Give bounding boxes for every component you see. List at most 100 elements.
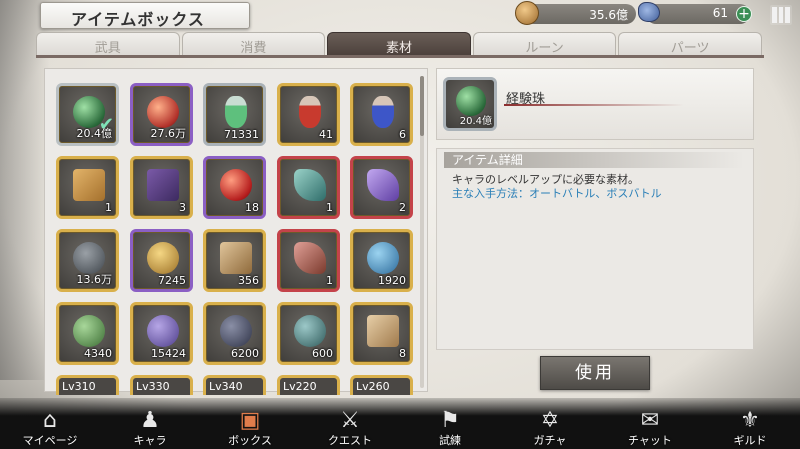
chat-icon: ✉ <box>640 408 660 433</box>
item-qty: 1 <box>326 201 333 214</box>
item-slot[interactable]: 600 <box>277 302 340 365</box>
level-item-slot[interactable]: Lv220 <box>277 375 340 395</box>
nav-label: ギルド <box>733 434 767 447</box>
item-slot[interactable]: 1 <box>277 229 340 292</box>
level-item-slot[interactable]: Lv340 <box>203 375 266 395</box>
item-slot[interactable]: 2 <box>350 156 413 219</box>
item-slot[interactable]: 13.6万 <box>56 229 119 292</box>
grid-scrollbar[interactable] <box>420 76 424 388</box>
purple-medal-icon <box>147 315 179 347</box>
nav-item[interactable]: ⚑ 試練 <box>400 398 500 449</box>
tab-runes[interactable]: ルーン <box>472 32 617 56</box>
nav-item[interactable]: ✡ ガチャ <box>500 398 600 449</box>
menu-icon[interactable] <box>770 5 792 25</box>
box-icon: ▣ <box>239 408 261 433</box>
gold-coin-icon <box>515 1 539 25</box>
guild-crest-icon: ⚜ <box>740 408 760 433</box>
nav-label: 試練 <box>439 434 461 447</box>
grid-scroll-thumb[interactable] <box>420 76 424 136</box>
nav-label: キャラ <box>133 434 167 447</box>
blue-coin-icon <box>367 242 399 274</box>
bottom-nav: ⌂ マイページ ♟ キャラ ▣ ボックス ⚔ クエスト ⚑ 試練 ✡ ガチャ ✉ チャット ⚜ ギルド <box>0 398 800 449</box>
level-item-slot[interactable]: Lv310 <box>56 375 119 395</box>
item-slot[interactable]: 18 <box>203 156 266 219</box>
characters-icon: ♟ <box>140 408 160 433</box>
detail-section-title: アイテム詳細 <box>444 152 744 168</box>
item-qty: 7245 <box>158 274 186 287</box>
tab-weapons[interactable]: 武具 <box>36 32 180 56</box>
item-slot[interactable]: 20.4億 ✔ <box>56 83 119 146</box>
gold-counter: 35.6億 <box>524 4 636 24</box>
nav-item[interactable]: ▣ ボックス <box>200 398 300 449</box>
item-slot[interactable]: 27.6万 <box>130 83 193 146</box>
item-slot[interactable]: 3 <box>130 156 193 219</box>
item-slot[interactable]: 356 <box>203 229 266 292</box>
nav-item[interactable]: ♟ キャラ <box>100 398 200 449</box>
item-qty: 6200 <box>231 347 259 360</box>
ticket-icon <box>73 169 105 201</box>
detail-item-qty: 20.4億 <box>459 116 492 127</box>
detail-item-icon: 20.4億 <box>443 77 497 131</box>
add-gems-button[interactable]: + <box>736 6 752 22</box>
use-button[interactable]: 使用 <box>540 356 650 390</box>
home-icon: ⌂ <box>43 408 57 433</box>
map-icon <box>220 242 252 274</box>
tab-parts[interactable]: パーツ <box>618 32 762 56</box>
dark-medal-icon <box>220 315 252 347</box>
item-qty: 15424 <box>151 347 186 360</box>
item-slot[interactable]: 41 <box>277 83 340 146</box>
nav-item[interactable]: ⌂ マイページ <box>0 398 100 449</box>
item-qty: 41 <box>319 128 333 141</box>
item-qty: 71331 <box>224 128 259 141</box>
item-slot[interactable]: 1 <box>277 156 340 219</box>
gem-counter: 61 <box>646 4 750 24</box>
item-slot[interactable]: 6 <box>350 83 413 146</box>
nav-item[interactable]: ✉ チャット <box>600 398 700 449</box>
item-slot[interactable]: 71331 <box>203 83 266 146</box>
item-slot[interactable]: 1 <box>56 156 119 219</box>
crossed-swords-icon: ⚔ <box>340 408 360 433</box>
scroll-icon <box>147 169 179 201</box>
item-qty: 1 <box>326 274 333 287</box>
item-qty: 3 <box>179 201 186 214</box>
nav-label: クエスト <box>328 434 372 447</box>
category-tabs: 武具 消費 素材 ルーン パーツ <box>36 32 764 56</box>
ore-icon <box>73 242 105 274</box>
item-qty: 1920 <box>378 274 406 287</box>
item-qty: 13.6万 <box>76 273 113 286</box>
red-potion-icon <box>299 96 321 128</box>
gold-ore-icon <box>147 242 179 274</box>
flag-icon: ⚑ <box>440 408 460 433</box>
item-slot[interactable]: 6200 <box>203 302 266 365</box>
nav-item[interactable]: ⚜ ギルド <box>700 398 800 449</box>
item-slot[interactable]: 7245 <box>130 229 193 292</box>
tab-materials[interactable]: 素材 <box>327 32 471 56</box>
star-seal-icon: ✡ <box>540 408 560 433</box>
nav-label: ボックス <box>228 434 272 447</box>
green-medal-icon <box>73 315 105 347</box>
page-title: アイテムボックス <box>40 2 250 29</box>
crystal-icon <box>367 169 399 201</box>
apple-icon <box>220 169 252 201</box>
tab-consumables[interactable]: 消費 <box>181 32 326 56</box>
level-item-slot[interactable]: Lv260 <box>350 375 413 395</box>
detail-name-underline <box>504 104 684 106</box>
nav-item[interactable]: ⚔ クエスト <box>300 398 400 449</box>
nav-label: チャット <box>628 434 672 447</box>
item-slot[interactable]: 15424 <box>130 302 193 365</box>
cloth-icon <box>367 315 399 347</box>
item-qty: 4340 <box>84 347 112 360</box>
detail-source: 主な入手方法：オートバトル、ボスバトル <box>452 187 662 200</box>
item-qty: 356 <box>238 274 259 287</box>
item-slot[interactable]: 1920 <box>350 229 413 292</box>
level-item-slot[interactable]: Lv330 <box>130 375 193 395</box>
item-slot[interactable]: 8 <box>350 302 413 365</box>
nav-label: マイページ <box>22 434 78 447</box>
item-qty: 6 <box>399 128 406 141</box>
item-slot[interactable]: 4340 <box>56 302 119 365</box>
item-qty: 8 <box>399 347 406 360</box>
teal-medal-icon <box>294 315 326 347</box>
wing-icon <box>294 242 326 274</box>
item-qty: 27.6万 <box>150 127 187 140</box>
tab-divider <box>36 55 764 58</box>
